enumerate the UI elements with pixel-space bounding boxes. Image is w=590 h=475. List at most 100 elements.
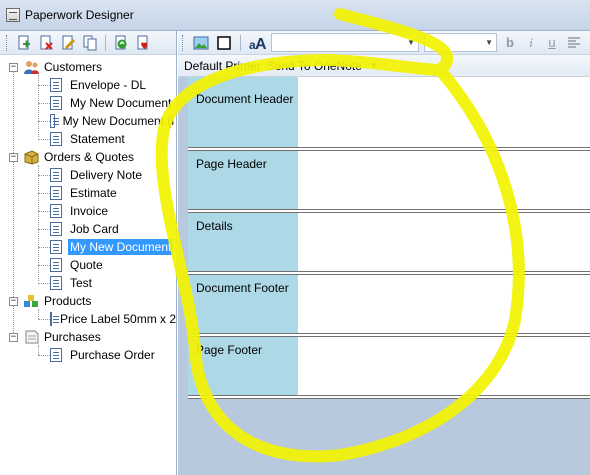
format-toolbar: aA ▼ ▼ b i u [178,31,590,55]
band-label: Page Header [196,157,267,171]
document-tree: − Customers Envelope - DL My New Documen… [0,55,176,364]
tree-group-orders-quotes[interactable]: − Orders & Quotes [0,148,176,166]
toolbar-separator [105,34,106,51]
collapse-toggle[interactable]: − [9,332,18,342]
document-icon [50,204,62,218]
band-label: Page Footer [196,343,263,357]
tree-toolbar [0,31,176,55]
tree-item[interactable]: Invoice [0,202,176,220]
designer-area: aA ▼ ▼ b i u Default Printer Send To One… [178,31,590,475]
tree-item[interactable]: My New Document [0,94,176,112]
band-page-footer[interactable]: Page Footer [188,337,590,395]
tree-group-label: Customers [44,60,103,74]
italic-button[interactable]: i [523,35,539,51]
tree-item[interactable]: Job Card [0,220,176,238]
toolbar-separator [240,34,241,51]
refresh-icon[interactable] [112,34,130,52]
tree-group-label: Products [44,294,92,308]
band-body[interactable] [298,275,590,333]
tree-item-label: My New Document [70,96,172,110]
printer-bar: Default Printer Send To OneNote ▼ [178,55,590,77]
band-label: Document Footer [196,281,289,295]
document-icon [50,114,59,128]
tree-item[interactable]: Purchase Order [0,346,176,364]
band-body[interactable] [298,337,590,395]
tree-item-label: Statement [70,132,125,146]
document-icon [50,240,62,254]
tree-item[interactable]: Test [0,274,176,292]
band-label: Document Header [196,92,294,106]
rectangle-icon[interactable] [215,34,233,52]
products-icon [23,293,40,309]
document-icon [50,222,62,236]
tree-item-selected[interactable]: My New Document [0,238,176,256]
font-name-select[interactable]: ▼ [271,33,419,52]
document-icon [50,258,62,272]
chevron-down-icon: ▼ [485,38,493,47]
document-tree-panel: − Customers Envelope - DL My New Documen… [0,31,177,475]
collapse-toggle[interactable]: − [9,152,18,162]
tree-item-label: My New Document (l [62,114,174,128]
tree-group-label: Orders & Quotes [44,150,135,164]
document-icon [50,96,62,110]
image-icon[interactable] [192,34,210,52]
tree-item[interactable]: Estimate [0,184,176,202]
chevron-down-icon: ▼ [407,38,415,47]
tree-item[interactable]: My New Document (l [0,112,176,130]
favourite-icon[interactable] [134,34,152,52]
band-page-header[interactable]: Page Header [188,151,590,209]
collapse-toggle[interactable]: − [9,62,18,72]
collapse-toggle[interactable]: − [9,296,18,306]
tree-item[interactable]: Price Label 50mm x 2 [0,310,176,328]
band-body[interactable] [298,77,590,147]
printer-label: Default Printer [184,58,261,73]
tree-item-label: Envelope - DL [70,78,147,92]
font-icon[interactable]: aA [248,34,266,52]
toolbar-grip[interactable] [182,34,185,51]
tree-item[interactable]: Statement [0,130,176,148]
tree-item-label: Quote [70,258,103,272]
tree-item[interactable]: Quote [0,256,176,274]
orders-icon [23,149,40,165]
band-body[interactable] [298,213,590,271]
band-details[interactable]: Details [188,213,590,271]
window-title: Paperwork Designer [25,8,134,22]
bold-button[interactable]: b [502,35,518,50]
underline-button[interactable]: u [544,35,560,50]
purchases-icon [23,329,40,345]
document-icon [50,348,62,362]
document-icon [50,312,59,326]
tree-group-customers[interactable]: − Customers [0,58,176,76]
customers-icon [23,59,40,75]
copy-icon[interactable] [81,34,99,52]
document-icon [50,168,62,182]
align-left-icon[interactable] [565,34,583,52]
band-body[interactable] [298,151,590,209]
tree-item-label: Invoice [70,204,109,218]
tree-item-label: Delivery Note [70,168,143,182]
tree-group-label: Purchases [44,330,101,344]
band-splitter[interactable] [188,395,590,399]
band-document-footer[interactable]: Document Footer [188,275,590,333]
font-size-select[interactable]: ▼ [424,33,497,52]
edit-icon[interactable] [59,34,77,52]
delete-icon[interactable] [37,34,55,52]
document-icon [50,186,62,200]
tree-item[interactable]: Envelope - DL [0,76,176,94]
tree-item-label: Estimate [70,186,117,200]
printer-select[interactable]: Send To OneNote [267,59,362,73]
tree-item-label: Job Card [70,222,119,236]
document-icon [50,276,62,290]
new-icon[interactable] [15,34,33,52]
chevron-down-icon[interactable]: ▼ [370,61,378,70]
band-document-header[interactable]: Document Header [188,77,590,147]
svg-text:A: A [255,36,266,52]
document-icon [50,78,62,92]
tree-item[interactable]: Delivery Note [0,166,176,184]
report-layout-canvas: Document Header Page Header Details Docu… [188,77,590,431]
document-icon [50,132,62,146]
tree-group-purchases[interactable]: − Purchases [0,328,176,346]
tree-group-products[interactable]: − Products [0,292,176,310]
toolbar-grip[interactable] [6,34,9,51]
tree-item-label: Test [70,276,93,290]
